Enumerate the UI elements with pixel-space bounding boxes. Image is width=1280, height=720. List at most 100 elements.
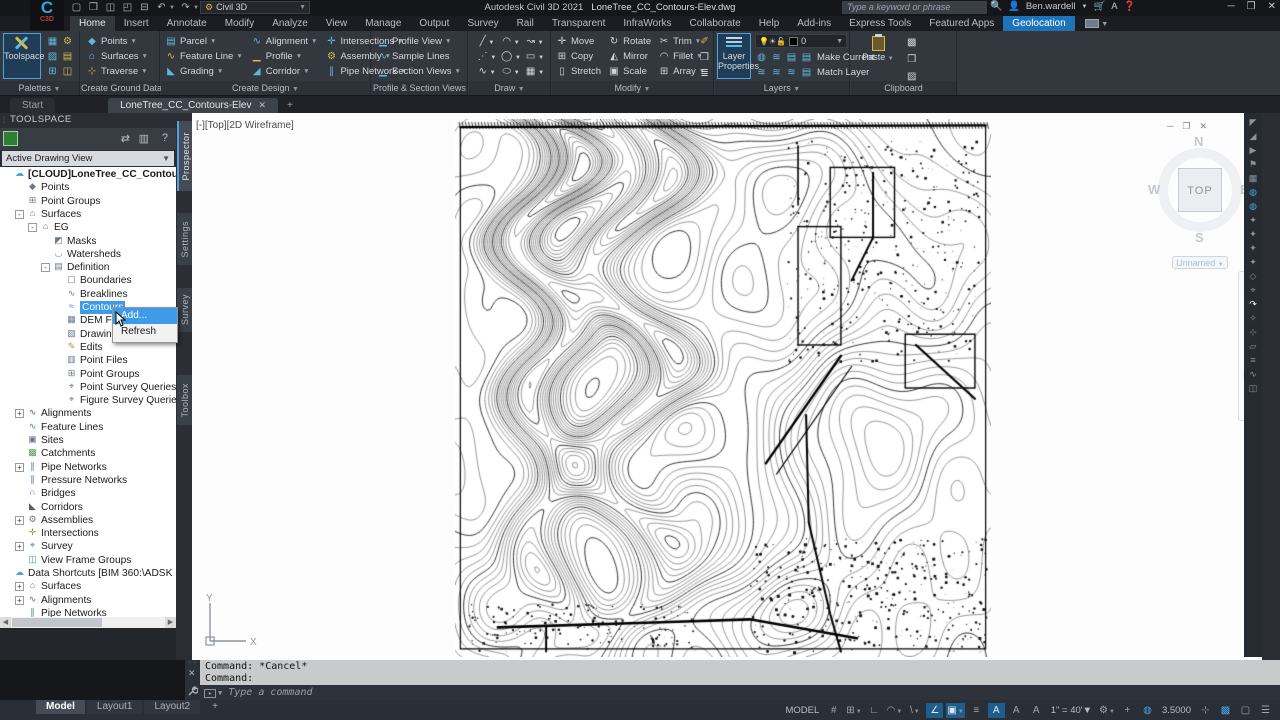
array-button[interactable]: ⊞ Array ▼ — [658, 64, 705, 79]
ribbon-tab-home[interactable]: Home — [70, 16, 115, 31]
workspace-selector[interactable]: ⚙ Civil 3D ▼ — [200, 1, 310, 14]
copy-button[interactable]: ⊞ Copy — [556, 49, 601, 64]
docked-tool-icon[interactable]: ✦ — [1249, 257, 1257, 267]
snap-mode-icon[interactable]: ⊞▼ — [845, 703, 862, 718]
ribbon-display-toggle[interactable]: ▼ — [1084, 18, 1108, 31]
chevron-down-icon[interactable]: ▼ — [169, 5, 175, 11]
tree-item-intersections[interactable]: ✛ Intersections — [0, 527, 165, 540]
feature-line-button[interactable]: ∿ Feature Line ▼ — [165, 49, 243, 64]
docked-tool-icon[interactable]: ◤ — [1250, 117, 1257, 127]
isodraft-icon[interactable]: \▼ — [906, 703, 923, 718]
draw-tool-icon[interactable]: ∿ ▼ — [475, 64, 499, 79]
new-drawing-tab-button[interactable]: + — [281, 98, 299, 113]
customization-menu-icon[interactable]: ☰ — [1257, 703, 1274, 718]
tree-item-figure-survey-queries[interactable]: ⌖ Figure Survey Queries — [0, 394, 176, 407]
viewport-restore-icon[interactable]: ❐ — [1182, 121, 1190, 132]
layer-tool-icon[interactable]: ▤ — [800, 66, 813, 79]
parcel-button[interactable]: ▤ Parcel ▼ — [165, 34, 243, 49]
open-file-icon[interactable]: ❒ — [87, 1, 100, 14]
docked-tool-icon[interactable]: ▦ — [1249, 173, 1258, 183]
draw-tool-icon[interactable]: ↝ ▼ — [523, 34, 547, 49]
viewport-close-icon[interactable]: ✕ — [1199, 121, 1207, 132]
plot-icon[interactable]: ⊟ — [138, 1, 151, 14]
tree-item-alignments[interactable]: + ∿ Alignments — [0, 407, 165, 420]
ribbon-tab-express-tools[interactable]: Express Tools — [840, 16, 920, 31]
docked-tool-icon[interactable]: ◍ — [1249, 201, 1257, 211]
docked-tool-icon[interactable]: ◇ — [1250, 271, 1257, 281]
expand-icon[interactable]: + — [15, 542, 24, 552]
save-icon[interactable]: ◫ — [104, 1, 117, 14]
docked-tool-icon[interactable]: ≡ — [1250, 355, 1255, 365]
points-button[interactable]: ◆ Points ▼ — [86, 34, 148, 49]
docked-tool-icon[interactable]: ◍ — [1249, 187, 1257, 197]
docked-tool-icon[interactable]: ▶ — [1250, 145, 1257, 155]
expand-icon[interactable]: + — [15, 515, 24, 525]
help-icon[interactable]: ❓ — [1124, 1, 1136, 12]
viewport-minimize-icon[interactable]: ─ — [1167, 121, 1173, 132]
help-icon[interactable]: ? — [162, 132, 168, 144]
elevation-value[interactable]: 3.5000 — [1159, 703, 1194, 718]
ribbon-tab-rail[interactable]: Rail — [508, 16, 543, 31]
tree-item-feature-lines[interactable]: ∿ Feature Lines — [0, 421, 165, 434]
side-tab-prospector[interactable]: Prospector — [177, 121, 192, 191]
tree-item-points[interactable]: ◆ Points — [0, 181, 165, 194]
command-customize-icon[interactable]: ▸ — [204, 689, 216, 698]
tree-item-assemblies[interactable]: + ⚙ Assemblies — [0, 514, 165, 527]
palette-tool-icon[interactable]: ⚙ — [60, 34, 75, 49]
tree-item-masks[interactable]: ◩ Masks — [0, 235, 165, 248]
annotation-icon[interactable]: A — [1028, 703, 1045, 718]
palette-tool-icon[interactable]: ▨ — [45, 49, 60, 64]
scroll-thumb[interactable] — [12, 618, 102, 627]
palettes-panel-label[interactable]: Palettes ▼ — [0, 81, 79, 95]
customize-wrench-icon[interactable] — [187, 686, 198, 697]
palette-tool-icon[interactable]: ◫ — [60, 64, 75, 79]
tree-item-sites[interactable]: ▣ Sites — [0, 434, 165, 447]
tree-item-catchments[interactable]: ▩ Catchments — [0, 447, 165, 460]
clipboard-tool-icon[interactable]: ❒ — [907, 52, 916, 67]
layers-panel-label[interactable]: Layers ▼ — [715, 81, 849, 95]
ribbon-tab-infraworks[interactable]: InfraWorks — [614, 16, 680, 31]
trim-button[interactable]: ✂ Trim ▼ — [658, 34, 705, 49]
docked-tool-icon[interactable]: ✦ — [1249, 215, 1257, 225]
draw-tool-icon[interactable]: ▦ ▼ — [523, 64, 547, 79]
stretch-button[interactable]: ▯ Stretch — [556, 64, 601, 79]
tree-item-surfaces[interactable]: + ⌂ Surfaces — [0, 580, 165, 593]
palette-grip-icon[interactable]: ⁞ — [3, 114, 6, 128]
layer-tool-icon[interactable]: ◍ — [755, 51, 768, 64]
docked-tool-icon[interactable]: ∿ — [1249, 369, 1257, 379]
close-command-line-icon[interactable]: ✕ — [188, 668, 196, 679]
customize-plus-icon[interactable]: + — [1119, 703, 1136, 718]
modify-panel-label[interactable]: Modify ▼ — [552, 81, 713, 95]
isolate-objects-icon[interactable]: ⊹ — [1197, 703, 1214, 718]
graphics-performance-icon[interactable]: ▩ — [1217, 703, 1234, 718]
workspace-switch-icon[interactable]: ⚙▼ — [1098, 703, 1116, 718]
save-as-icon[interactable]: ◰ — [121, 1, 134, 14]
profile-view-button[interactable]: ▁ Profile View ▼ — [377, 34, 461, 49]
tree-item-survey[interactable]: + ⌖ Survey — [0, 540, 165, 553]
profile-button[interactable]: ▁ Profile ▼ — [251, 49, 318, 64]
viewcube-north[interactable]: N — [1194, 134, 1203, 149]
tree-item-corridors[interactable]: ◣ Corridors — [0, 501, 165, 514]
lineweight-icon[interactable]: ≡ — [968, 703, 985, 718]
annotation-autoscale-icon[interactable]: A — [1008, 703, 1025, 718]
undo-icon[interactable]: ↶ — [155, 1, 168, 14]
docked-tool-icon[interactable]: ◢ — [1250, 131, 1257, 141]
ribbon-tab-featured-apps[interactable]: Featured Apps — [920, 16, 1003, 31]
tree-item-surfaces[interactable]: - ⌂ Surfaces — [0, 208, 165, 221]
ribbon-tab-transparent[interactable]: Transparent — [543, 16, 615, 31]
layer-tool-icon[interactable]: ▤ — [785, 51, 798, 64]
tree-horizontal-scrollbar[interactable]: ◀ ▶ — [0, 617, 176, 628]
minimize-button[interactable]: ─ — [1228, 1, 1235, 12]
tree-item-point-survey-queries[interactable]: ⌖ Point Survey Queries — [0, 381, 176, 394]
section-views-button[interactable]: ▁ Section Views ▼ — [377, 64, 461, 79]
move-button[interactable]: ✛ Move — [556, 34, 601, 49]
viewcube-named-view[interactable]: Unnamed ▼ — [1172, 256, 1228, 269]
tree-item-point-groups[interactable]: ⊞ Point Groups — [0, 195, 165, 208]
viewport-controls-label[interactable]: [-][Top][2D Wireframe] — [196, 120, 294, 131]
side-tab-toolbox[interactable]: Toolbox — [177, 375, 192, 425]
ribbon-tab-analyze[interactable]: Analyze — [263, 16, 317, 31]
draw-tool-icon[interactable]: ⋰ ▼ — [475, 49, 499, 64]
contour-drawing[interactable] — [455, 119, 991, 657]
table-columns-icon[interactable]: ▥ — [139, 132, 149, 145]
draw-panel-label[interactable]: Draw ▼ — [469, 81, 550, 95]
